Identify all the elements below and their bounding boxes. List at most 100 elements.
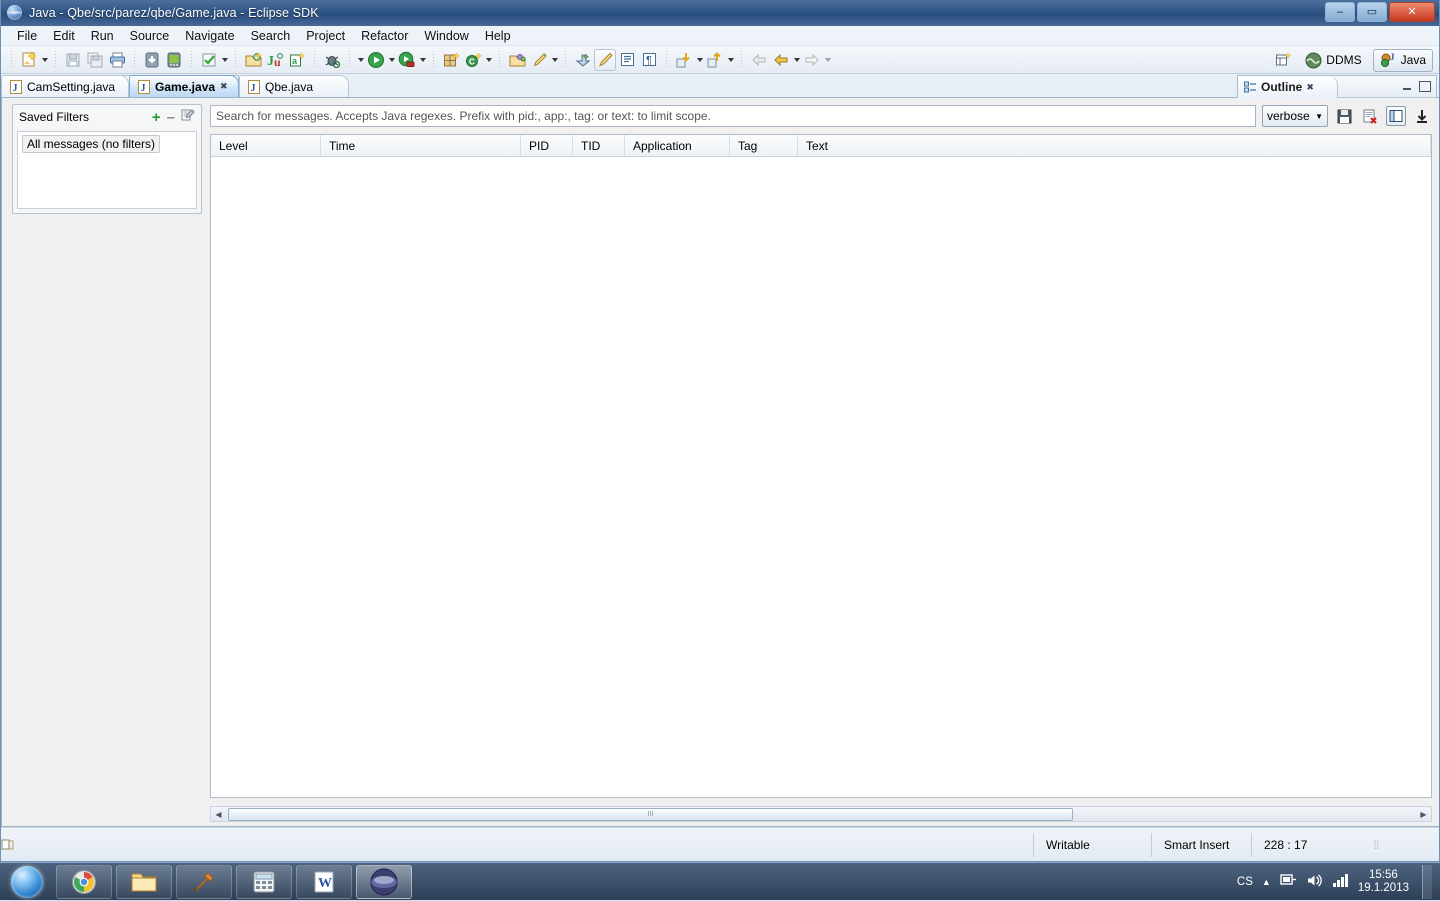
menu-navigate[interactable]: Navigate (177, 28, 242, 44)
scroll-left-arrow[interactable]: ◀ (211, 807, 226, 821)
minimize-button[interactable]: – (1325, 2, 1355, 22)
save-log-icon[interactable] (1334, 106, 1354, 126)
menu-source[interactable]: Source (122, 28, 178, 44)
logcat-hscrollbar[interactable]: ◀ ▶ (210, 806, 1432, 822)
last-edit-location-icon[interactable] (572, 49, 594, 71)
tab-label: Game.java (155, 79, 216, 94)
menu-bar: File Edit Run Source Navigate Search Pro… (1, 26, 1439, 46)
show-pilcrow-icon[interactable]: ¶ (638, 49, 660, 71)
debug-icon[interactable] (321, 49, 343, 71)
toolbar-separator (663, 50, 670, 69)
print-icon[interactable] (106, 49, 128, 71)
search-icon[interactable] (528, 49, 550, 71)
signal-icon[interactable] (1332, 873, 1349, 891)
menu-project[interactable]: Project (298, 28, 353, 44)
maximize-button[interactable]: ▭ (1357, 2, 1387, 22)
new-wizard-icon[interactable] (18, 49, 40, 71)
column-level[interactable]: Level (211, 135, 321, 156)
debug-dropdown-caret[interactable] (356, 49, 365, 71)
new-class-icon[interactable]: C (462, 49, 484, 71)
hscroll-thumb[interactable] (228, 807, 1073, 821)
clock[interactable]: 15:56 19.1.2013 (1358, 869, 1409, 895)
search-caret[interactable] (550, 49, 559, 71)
column-text[interactable]: Text (798, 135, 1431, 156)
back-icon[interactable] (770, 49, 792, 71)
network-icon[interactable] (1280, 873, 1297, 891)
column-pid[interactable]: PID (521, 135, 573, 156)
build-icon[interactable] (198, 49, 220, 71)
previous-annotation-icon[interactable] (704, 49, 726, 71)
open-type-icon[interactable] (242, 49, 264, 71)
show-whitespace-icon[interactable] (616, 49, 638, 71)
new-class-caret[interactable] (484, 49, 493, 71)
column-tag[interactable]: Tag (730, 135, 798, 156)
close-button[interactable]: ✕ (1389, 2, 1435, 22)
forward-caret[interactable] (823, 49, 832, 71)
taskbar-calc[interactable] (236, 864, 292, 899)
minimize-view-icon[interactable] (1401, 80, 1414, 93)
column-application[interactable]: Application (625, 135, 730, 156)
taskbar-eclipse[interactable] (356, 864, 412, 899)
log-level-value: verbose (1267, 109, 1310, 123)
open-resource-icon[interactable] (506, 49, 528, 71)
menu-file[interactable]: File (9, 28, 45, 44)
saved-filters-list[interactable]: All messages (no filters) (17, 131, 197, 209)
perspective-java[interactable]: J Java (1372, 48, 1433, 72)
build-dropdown-caret[interactable] (220, 49, 229, 71)
taskbar-chrome[interactable] (56, 864, 112, 899)
edit-filter-icon[interactable] (181, 109, 195, 125)
close-icon[interactable]: ✖ (220, 81, 228, 92)
remove-filter-button[interactable]: – (167, 110, 175, 125)
column-tid[interactable]: TID (573, 135, 625, 156)
tab-outline[interactable]: Outline ✖ (1238, 76, 1338, 98)
scroll-lock-icon[interactable] (1412, 106, 1432, 126)
menu-window[interactable]: Window (416, 28, 476, 44)
menu-refactor[interactable]: Refactor (353, 28, 416, 44)
android-avd-manager-icon[interactable] (163, 49, 185, 71)
tray-language[interactable]: CS (1237, 876, 1253, 888)
close-icon[interactable]: ✖ (1306, 82, 1314, 93)
tab-qbe-java[interactable]: J Qbe.java (239, 75, 349, 97)
logcat-table[interactable]: Level Time PID TID Application Tag Text (210, 134, 1432, 798)
save-icon[interactable] (62, 49, 84, 71)
new-dropdown-caret[interactable] (40, 49, 49, 71)
scroll-right-arrow[interactable]: ▶ (1416, 807, 1431, 821)
new-android-icon[interactable]: a (286, 49, 308, 71)
next-annotation-caret[interactable] (695, 49, 704, 71)
menu-search[interactable]: Search (243, 28, 299, 44)
open-perspective-icon[interactable] (1272, 49, 1294, 71)
taskbar-tool[interactable] (176, 864, 232, 899)
run-icon[interactable] (365, 49, 387, 71)
log-level-select[interactable]: verbose ▼ (1262, 105, 1328, 127)
clear-log-icon[interactable] (1360, 106, 1380, 126)
taskbar-word[interactable]: W (296, 864, 352, 899)
run-dropdown-caret[interactable] (387, 49, 396, 71)
next-annotation-icon[interactable] (673, 49, 695, 71)
show-desktop-button[interactable] (1422, 865, 1432, 899)
menu-help[interactable]: Help (477, 28, 519, 44)
menu-edit[interactable]: Edit (45, 28, 83, 44)
save-all-icon[interactable] (84, 49, 106, 71)
toggle-mark-occurrences-icon[interactable] (594, 48, 616, 71)
maximize-view-icon[interactable] (1418, 80, 1431, 93)
menu-run[interactable]: Run (83, 28, 122, 44)
logcat-search-input[interactable]: Search for messages. Accepts Java regexe… (210, 105, 1256, 127)
external-tools-caret[interactable] (418, 49, 427, 71)
volume-icon[interactable] (1306, 873, 1323, 891)
display-saved-logs-icon[interactable] (1386, 106, 1406, 126)
junit-icon[interactable]: Ju (264, 49, 286, 71)
tab-game-java[interactable]: J Game.java ✖ (129, 75, 239, 97)
tab-camsetting-java[interactable]: J CamSetting.java (1, 75, 129, 97)
filter-item-all-messages[interactable]: All messages (no filters) (22, 135, 161, 153)
android-sdk-manager-icon[interactable] (141, 49, 163, 71)
external-tools-icon[interactable] (396, 49, 418, 71)
perspective-ddms[interactable]: DDMS (1299, 50, 1367, 71)
back-caret[interactable] (792, 49, 801, 71)
start-orb[interactable] (0, 863, 54, 901)
previous-annotation-caret[interactable] (726, 49, 735, 71)
add-filter-button[interactable]: + (152, 110, 161, 125)
new-package-icon[interactable] (440, 49, 462, 71)
show-hidden-icons[interactable]: ▲ (1262, 877, 1271, 887)
taskbar-explorer[interactable] (116, 864, 172, 899)
column-time[interactable]: Time (321, 135, 521, 156)
